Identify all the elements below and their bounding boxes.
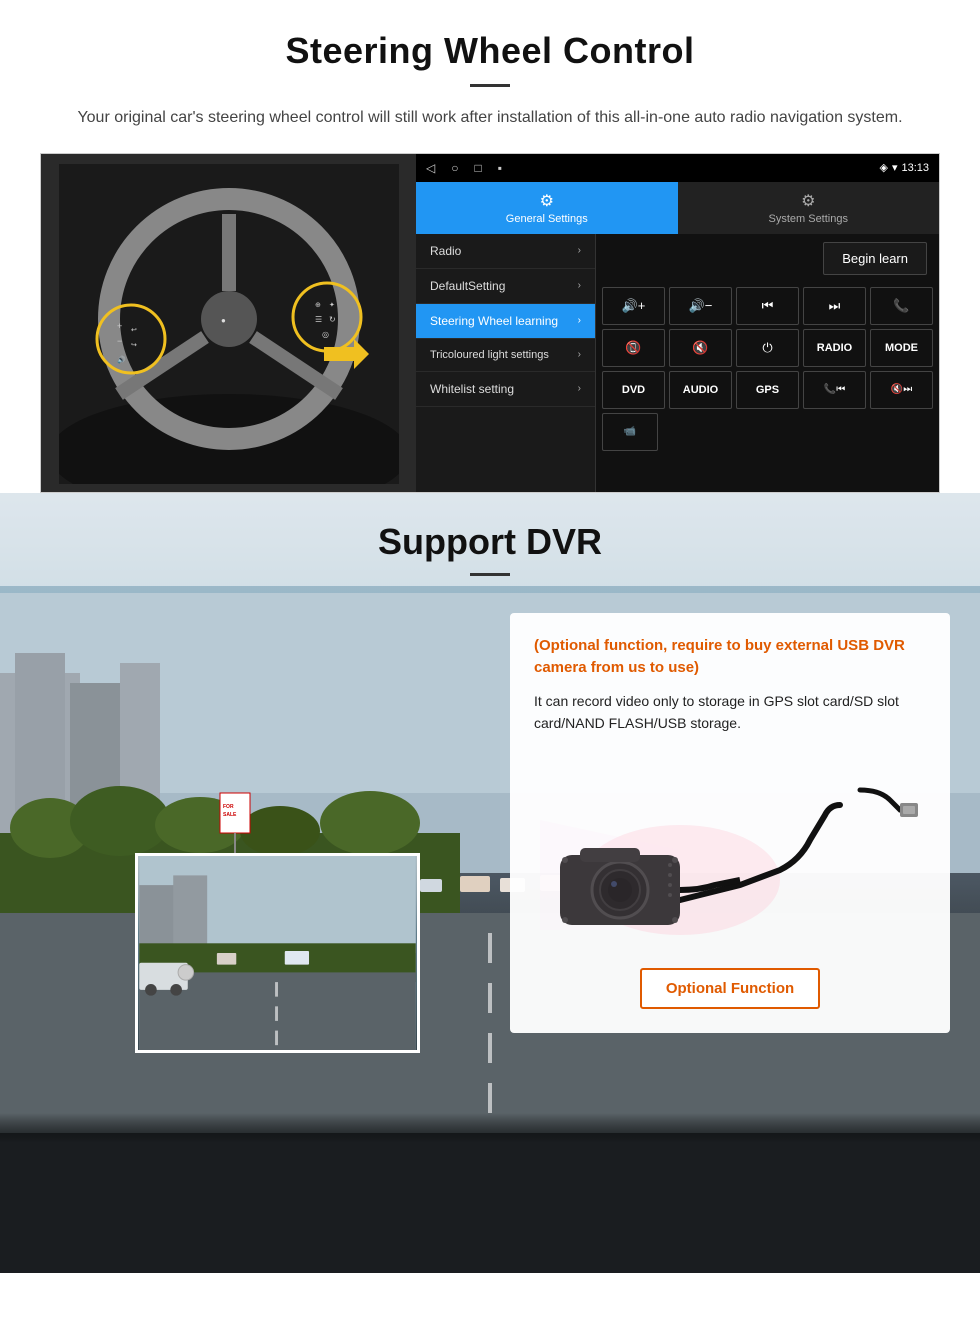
menu-tricoloured-label: Tricoloured light settings — [430, 349, 549, 361]
menu-whitelist-chevron: › — [578, 383, 581, 394]
btn-mute[interactable]: 🔇 — [669, 329, 732, 367]
android-body: Radio › DefaultSetting › Steering Wheel … — [416, 234, 939, 492]
menu-item-whitelist[interactable]: Whitelist setting › — [416, 372, 595, 407]
svg-text:✦: ✦ — [329, 301, 335, 309]
mockup-container: + − ↩ ↪ 🔊 ⊕ ✦ ☰ ↻ ◎ ● — [40, 153, 940, 493]
section1-title: Steering Wheel Control — [40, 30, 940, 72]
section2-title: Support DVR — [0, 521, 980, 563]
tab-system-settings[interactable]: ⚙ System Settings — [678, 182, 940, 234]
dvr-camera-image — [534, 750, 926, 950]
dvr-section: FOR SALE Support DVR — [0, 493, 980, 1273]
optional-function-button[interactable]: Optional Function — [640, 968, 820, 1009]
controls-row-2: 📵 🔇 ⏻ RADIO MODE — [602, 329, 933, 367]
svg-text:−: − — [117, 336, 122, 346]
svg-text:🔊: 🔊 — [117, 355, 126, 364]
btn-phone-call[interactable]: 📞 — [870, 287, 933, 325]
dvr-optional-text: (Optional function, require to buy exter… — [534, 635, 926, 680]
home-nav-icon[interactable]: ○ — [451, 161, 458, 175]
tab-general-label: General Settings — [506, 213, 588, 225]
svg-text:●: ● — [221, 316, 226, 325]
btn-power[interactable]: ⏻ — [736, 329, 799, 367]
back-nav-icon[interactable]: ◁ — [426, 161, 435, 175]
btn-dvd[interactable]: DVD — [602, 371, 665, 409]
menu-item-radio[interactable]: Radio › — [416, 234, 595, 269]
section1-subtitle: Your original car's steering wheel contr… — [60, 105, 920, 131]
btn-prev-track[interactable]: ⏮ — [736, 287, 799, 325]
camera-svg — [540, 760, 920, 940]
signal-icon: ▾ — [892, 161, 898, 174]
controls-grid: 🔊+ 🔊− ⏮ ⏭ 📞 📵 🔇 ⏻ RADIO MODE — [596, 283, 939, 455]
controls-row-1: 🔊+ 🔊− ⏮ ⏭ 📞 — [602, 287, 933, 325]
btn-audio[interactable]: AUDIO — [669, 371, 732, 409]
android-tabs: ⚙ General Settings ⚙ System Settings — [416, 182, 939, 234]
controls-row-3: DVD AUDIO GPS 📞⏮ 🔇⏭ — [602, 371, 933, 409]
svg-text:↻: ↻ — [329, 315, 336, 324]
menu-nav-icon[interactable]: ▪ — [498, 161, 502, 175]
time-display: 13:13 — [901, 162, 929, 174]
menu-default-label: DefaultSetting — [430, 279, 505, 293]
svg-text:☰: ☰ — [315, 315, 322, 324]
controls-row-4: 📹 — [602, 413, 933, 451]
begin-learn-button[interactable]: Begin learn — [823, 242, 927, 275]
android-menu: Radio › DefaultSetting › Steering Wheel … — [416, 234, 596, 492]
menu-item-default[interactable]: DefaultSetting › — [416, 269, 595, 304]
steering-wheel-svg: + − ↩ ↪ 🔊 ⊕ ✦ ☰ ↻ ◎ ● — [59, 164, 399, 484]
menu-item-tricoloured[interactable]: Tricoloured light settings › — [416, 339, 595, 372]
svg-text:⊕: ⊕ — [315, 302, 321, 309]
menu-radio-chevron: › — [578, 245, 581, 256]
btn-radio[interactable]: RADIO — [803, 329, 866, 367]
btn-gps[interactable]: GPS — [736, 371, 799, 409]
thumbnail-scene — [138, 856, 417, 1050]
btn-hangup[interactable]: 📵 — [602, 329, 665, 367]
title-divider — [470, 84, 510, 87]
statusbar-icons: ◈ ▾ 13:13 — [879, 161, 929, 174]
svg-text:◎: ◎ — [322, 330, 329, 339]
btn-mode[interactable]: MODE — [870, 329, 933, 367]
menu-steering-chevron: › — [578, 315, 581, 326]
btn-mute-next[interactable]: 🔇⏭ — [870, 371, 933, 409]
begin-learn-row: Begin learn — [596, 234, 939, 283]
svg-text:+: + — [117, 321, 122, 331]
dvr-description: It can record video only to storage in G… — [534, 690, 926, 735]
steering-wheel-section: Steering Wheel Control Your original car… — [0, 0, 980, 493]
steering-photo: + − ↩ ↪ 🔊 ⊕ ✦ ☰ ↻ ◎ ● — [41, 154, 416, 493]
svg-text:SALE: SALE — [223, 812, 237, 818]
section2-divider — [470, 573, 510, 576]
dvr-thumbnail — [135, 853, 420, 1053]
btn-dvr[interactable]: 📹 — [602, 413, 658, 451]
android-content: Begin learn 🔊+ 🔊− ⏮ ⏭ 📞 — [596, 234, 939, 492]
svg-text:FOR: FOR — [223, 804, 234, 810]
menu-steering-label: Steering Wheel learning — [430, 314, 558, 328]
btn-next-track[interactable]: ⏭ — [803, 287, 866, 325]
location-icon: ◈ — [879, 161, 887, 174]
dvr-thumbnail-inner — [138, 856, 417, 1050]
android-ui: ◁ ○ □ ▪ ◈ ▾ 13:13 ⚙ General Settings — [416, 154, 939, 492]
general-settings-icon: ⚙ — [540, 191, 554, 211]
tab-system-label: System Settings — [769, 213, 848, 225]
btn-phone-prev[interactable]: 📞⏮ — [803, 371, 866, 409]
menu-tricoloured-chevron: › — [578, 349, 581, 360]
menu-radio-label: Radio — [430, 244, 461, 258]
tab-general-settings[interactable]: ⚙ General Settings — [416, 182, 678, 234]
menu-item-steering[interactable]: Steering Wheel learning › — [416, 304, 595, 339]
android-statusbar: ◁ ○ □ ▪ ◈ ▾ 13:13 — [416, 154, 939, 182]
menu-default-chevron: › — [578, 280, 581, 291]
svg-text:↪: ↪ — [131, 342, 137, 349]
btn-vol-down[interactable]: 🔊− — [669, 287, 732, 325]
system-settings-icon: ⚙ — [801, 191, 815, 211]
btn-vol-up[interactable]: 🔊+ — [602, 287, 665, 325]
recent-nav-icon[interactable]: □ — [474, 161, 481, 175]
dvr-title-area: Support DVR — [0, 493, 980, 586]
dvr-info-card: (Optional function, require to buy exter… — [510, 613, 950, 1034]
menu-whitelist-label: Whitelist setting — [430, 382, 514, 396]
svg-text:↩: ↩ — [131, 327, 137, 334]
